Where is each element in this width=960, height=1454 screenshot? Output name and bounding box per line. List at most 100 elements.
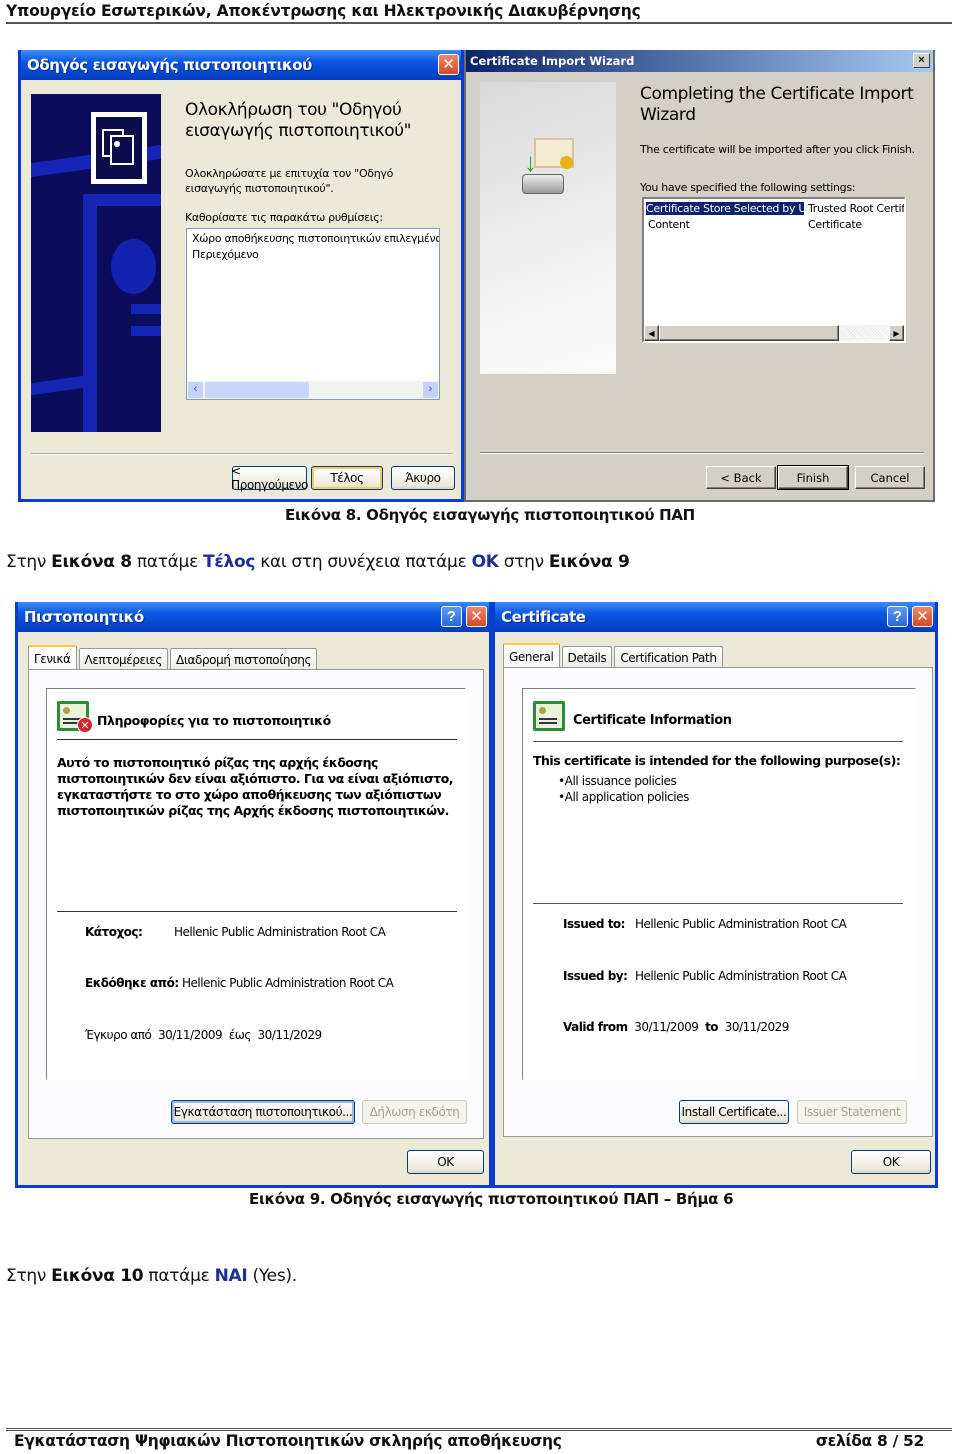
divider: [57, 739, 457, 740]
issued-by-value: Hellenic Public Administration Root CA: [635, 969, 847, 983]
back-button[interactable]: < Προηγούμενο: [231, 464, 308, 492]
cancel-button[interactable]: Cancel: [855, 466, 925, 489]
ok-button[interactable]: OK: [851, 1150, 931, 1174]
wizard-heading: Ολοκλήρωση του "Οδηγού εισαγωγής πιστοπο…: [185, 100, 412, 141]
text: Στην: [6, 552, 52, 572]
issued-to-label: Κάτοχος:: [85, 925, 143, 939]
valid-from: 30/11/2009: [157, 1028, 223, 1042]
action-highlight: ΟΚ: [471, 552, 499, 572]
tab-details[interactable]: Λεπτομέρειες: [78, 648, 169, 670]
page-header: Υπουργείο Εσωτερικών, Αποκέντρωσης και Η…: [6, 0, 952, 24]
settings-key: Content: [648, 218, 690, 231]
scroll-right-icon[interactable]: ▶: [889, 325, 904, 341]
valid-label: Έγκυρο από: [85, 1028, 152, 1042]
tab-panel: Certificate Information This certificate…: [503, 667, 933, 1137]
close-icon[interactable]: ✕: [466, 606, 487, 627]
help-icon[interactable]: ?: [887, 606, 908, 627]
settings-row[interactable]: Certificate Store Selected by User Trust…: [644, 201, 904, 217]
figure-reference: Εικόνα 8: [51, 552, 132, 572]
back-button[interactable]: < Back: [706, 466, 776, 489]
text: πατάμε: [143, 1266, 215, 1286]
tab-certification-path[interactable]: Διαδρομή πιστοποίησης: [170, 648, 318, 670]
tab-details[interactable]: Details: [561, 646, 613, 668]
dialog-title-bar: Οδηγός εισαγωγής πιστοποιητικού ✕: [21, 50, 461, 80]
action-highlight: Τέλος: [203, 552, 256, 572]
finish-button[interactable]: Τέλος: [311, 466, 383, 490]
validity: Valid from 30/11/2009 to 30/11/2029: [563, 1020, 789, 1034]
certificate-icon: [533, 701, 565, 731]
divider: [533, 741, 903, 742]
ok-button[interactable]: OK: [407, 1150, 484, 1174]
valid-to: 30/11/2029: [257, 1028, 323, 1042]
issued-to-label: Issued to:: [563, 917, 625, 931]
dialog-title: Certificate: [501, 608, 586, 626]
figure-9-caption: Εικόνα 9. Οδηγός εισαγωγής πιστοποιητικο…: [249, 1190, 734, 1208]
issued-by: Εκδόθηκε από: Hellenic Public Administra…: [85, 976, 394, 990]
action-highlight: ΝΑΙ: [214, 1266, 248, 1286]
instruction-paragraph-1: Στην Εικόνα 8 πατάμε Τέλος και στη συνέχ…: [6, 552, 630, 572]
issued-by-label: Εκδόθηκε από:: [85, 976, 179, 990]
button-separator: [480, 452, 924, 454]
text: Στην: [6, 1266, 52, 1286]
english-import-wizard-dialog: Certificate Import Wizard × ↓ Completing…: [464, 50, 935, 502]
chevron-right-icon[interactable]: ›: [423, 382, 438, 398]
valid-to-label: to: [705, 1020, 719, 1034]
horizontal-scrollbar[interactable]: ◀ ▶: [644, 325, 904, 341]
tab-certification-path[interactable]: Certification Path: [614, 646, 723, 668]
wizard-banner-image: ↓: [480, 82, 616, 374]
install-certificate-button[interactable]: Εγκατάσταση πιστοποιητικού...: [171, 1100, 355, 1124]
settings-label: You have specified the following setting…: [640, 181, 856, 194]
dialog-title-bar: Certificate Import Wizard ×: [466, 50, 933, 72]
instruction-paragraph-2: Στην Εικόνα 10 πατάμε ΝΑΙ (Yes).: [6, 1266, 297, 1286]
settings-row[interactable]: Content Certificate: [644, 217, 904, 233]
cancel-button[interactable]: Άκυρο: [391, 466, 455, 490]
error-icon: ✕: [77, 717, 93, 733]
purpose-item: •All issuance policies: [558, 774, 677, 788]
purpose-item: •All application policies: [558, 790, 689, 804]
purpose-intro: This certificate is intended for the fol…: [533, 753, 901, 768]
divider: [533, 903, 903, 904]
settings-row: Περιεχόμενο: [192, 248, 259, 261]
close-icon[interactable]: ✕: [438, 54, 459, 75]
button-separator: [31, 453, 453, 455]
info-title: Πληροφορίες για το πιστοποιητικό: [97, 713, 331, 728]
dialog-title: Πιστοποιητικό: [24, 608, 144, 626]
scrollbar-thumb[interactable]: [659, 325, 839, 341]
figure-reference: Εικόνα 10: [51, 1266, 144, 1286]
issued-by-value: Hellenic Public Administration Root CA: [182, 976, 394, 990]
figure-reference: Εικόνα 9: [548, 552, 630, 572]
scrollbar-thumb[interactable]: [205, 382, 309, 398]
close-icon[interactable]: ✕: [912, 606, 933, 627]
text: πατάμε: [131, 552, 204, 572]
tab-panel: ✕ Πληροφορίες για το πιστοποιητικό Αυτό …: [28, 669, 484, 1139]
issued-by: Issued by: Hellenic Public Administration…: [563, 969, 847, 983]
wizard-banner-image: [31, 94, 161, 432]
tab-general[interactable]: General: [503, 643, 560, 668]
horizontal-scrollbar[interactable]: ‹ ›: [187, 381, 439, 399]
settings-value: Certificate: [808, 218, 862, 231]
chevron-left-icon[interactable]: ‹: [188, 382, 203, 398]
close-icon[interactable]: ×: [913, 53, 930, 68]
finish-button[interactable]: Finish: [777, 465, 849, 490]
issuer-statement-button[interactable]: Δήλωση εκδότη: [362, 1100, 467, 1124]
install-certificate-button[interactable]: Install Certificate...: [679, 1100, 789, 1124]
tab-general[interactable]: Γενικά: [28, 645, 77, 670]
wizard-success-text: Ολοκληρώσατε με επιτυχία τον "Οδηγό εισα…: [185, 167, 394, 195]
certificate-info-box: ✕ Πληροφορίες για το πιστοποιητικό Αυτό …: [46, 688, 466, 1080]
page-footer: Εγκατάσταση Ψηφιακών Πιστοποιητικών σκλη…: [14, 1432, 924, 1450]
text: (Yes).: [247, 1266, 298, 1286]
settings-list[interactable]: Certificate Store Selected by User Trust…: [642, 197, 906, 343]
certificate-info-box: Certificate Information This certificate…: [522, 688, 916, 1080]
wizard-heading: Completing the Certificate Import Wizard: [640, 84, 914, 125]
settings-list[interactable]: Χώρο αποθήκευσης πιστοποιητικών επιλεγμέ…: [186, 228, 440, 400]
scroll-left-icon[interactable]: ◀: [644, 325, 659, 341]
tab-bar: General Details Certification Path: [503, 642, 725, 668]
settings-row: Χώρο αποθήκευσης πιστοποιητικών επιλεγμέ…: [192, 232, 439, 245]
issued-to: Κάτοχος: Hellenic Public Administration R…: [85, 925, 386, 939]
issuer-statement-button[interactable]: Issuer Statement: [797, 1100, 907, 1124]
document-title: Εγκατάσταση Ψηφιακών Πιστοποιητικών σκλη…: [14, 1432, 562, 1450]
help-icon[interactable]: ?: [441, 606, 462, 627]
certificate-icon: [91, 112, 147, 184]
dialog-title-bar: Certificate ? ✕: [495, 602, 935, 632]
issued-by-label: Issued by:: [563, 969, 628, 983]
